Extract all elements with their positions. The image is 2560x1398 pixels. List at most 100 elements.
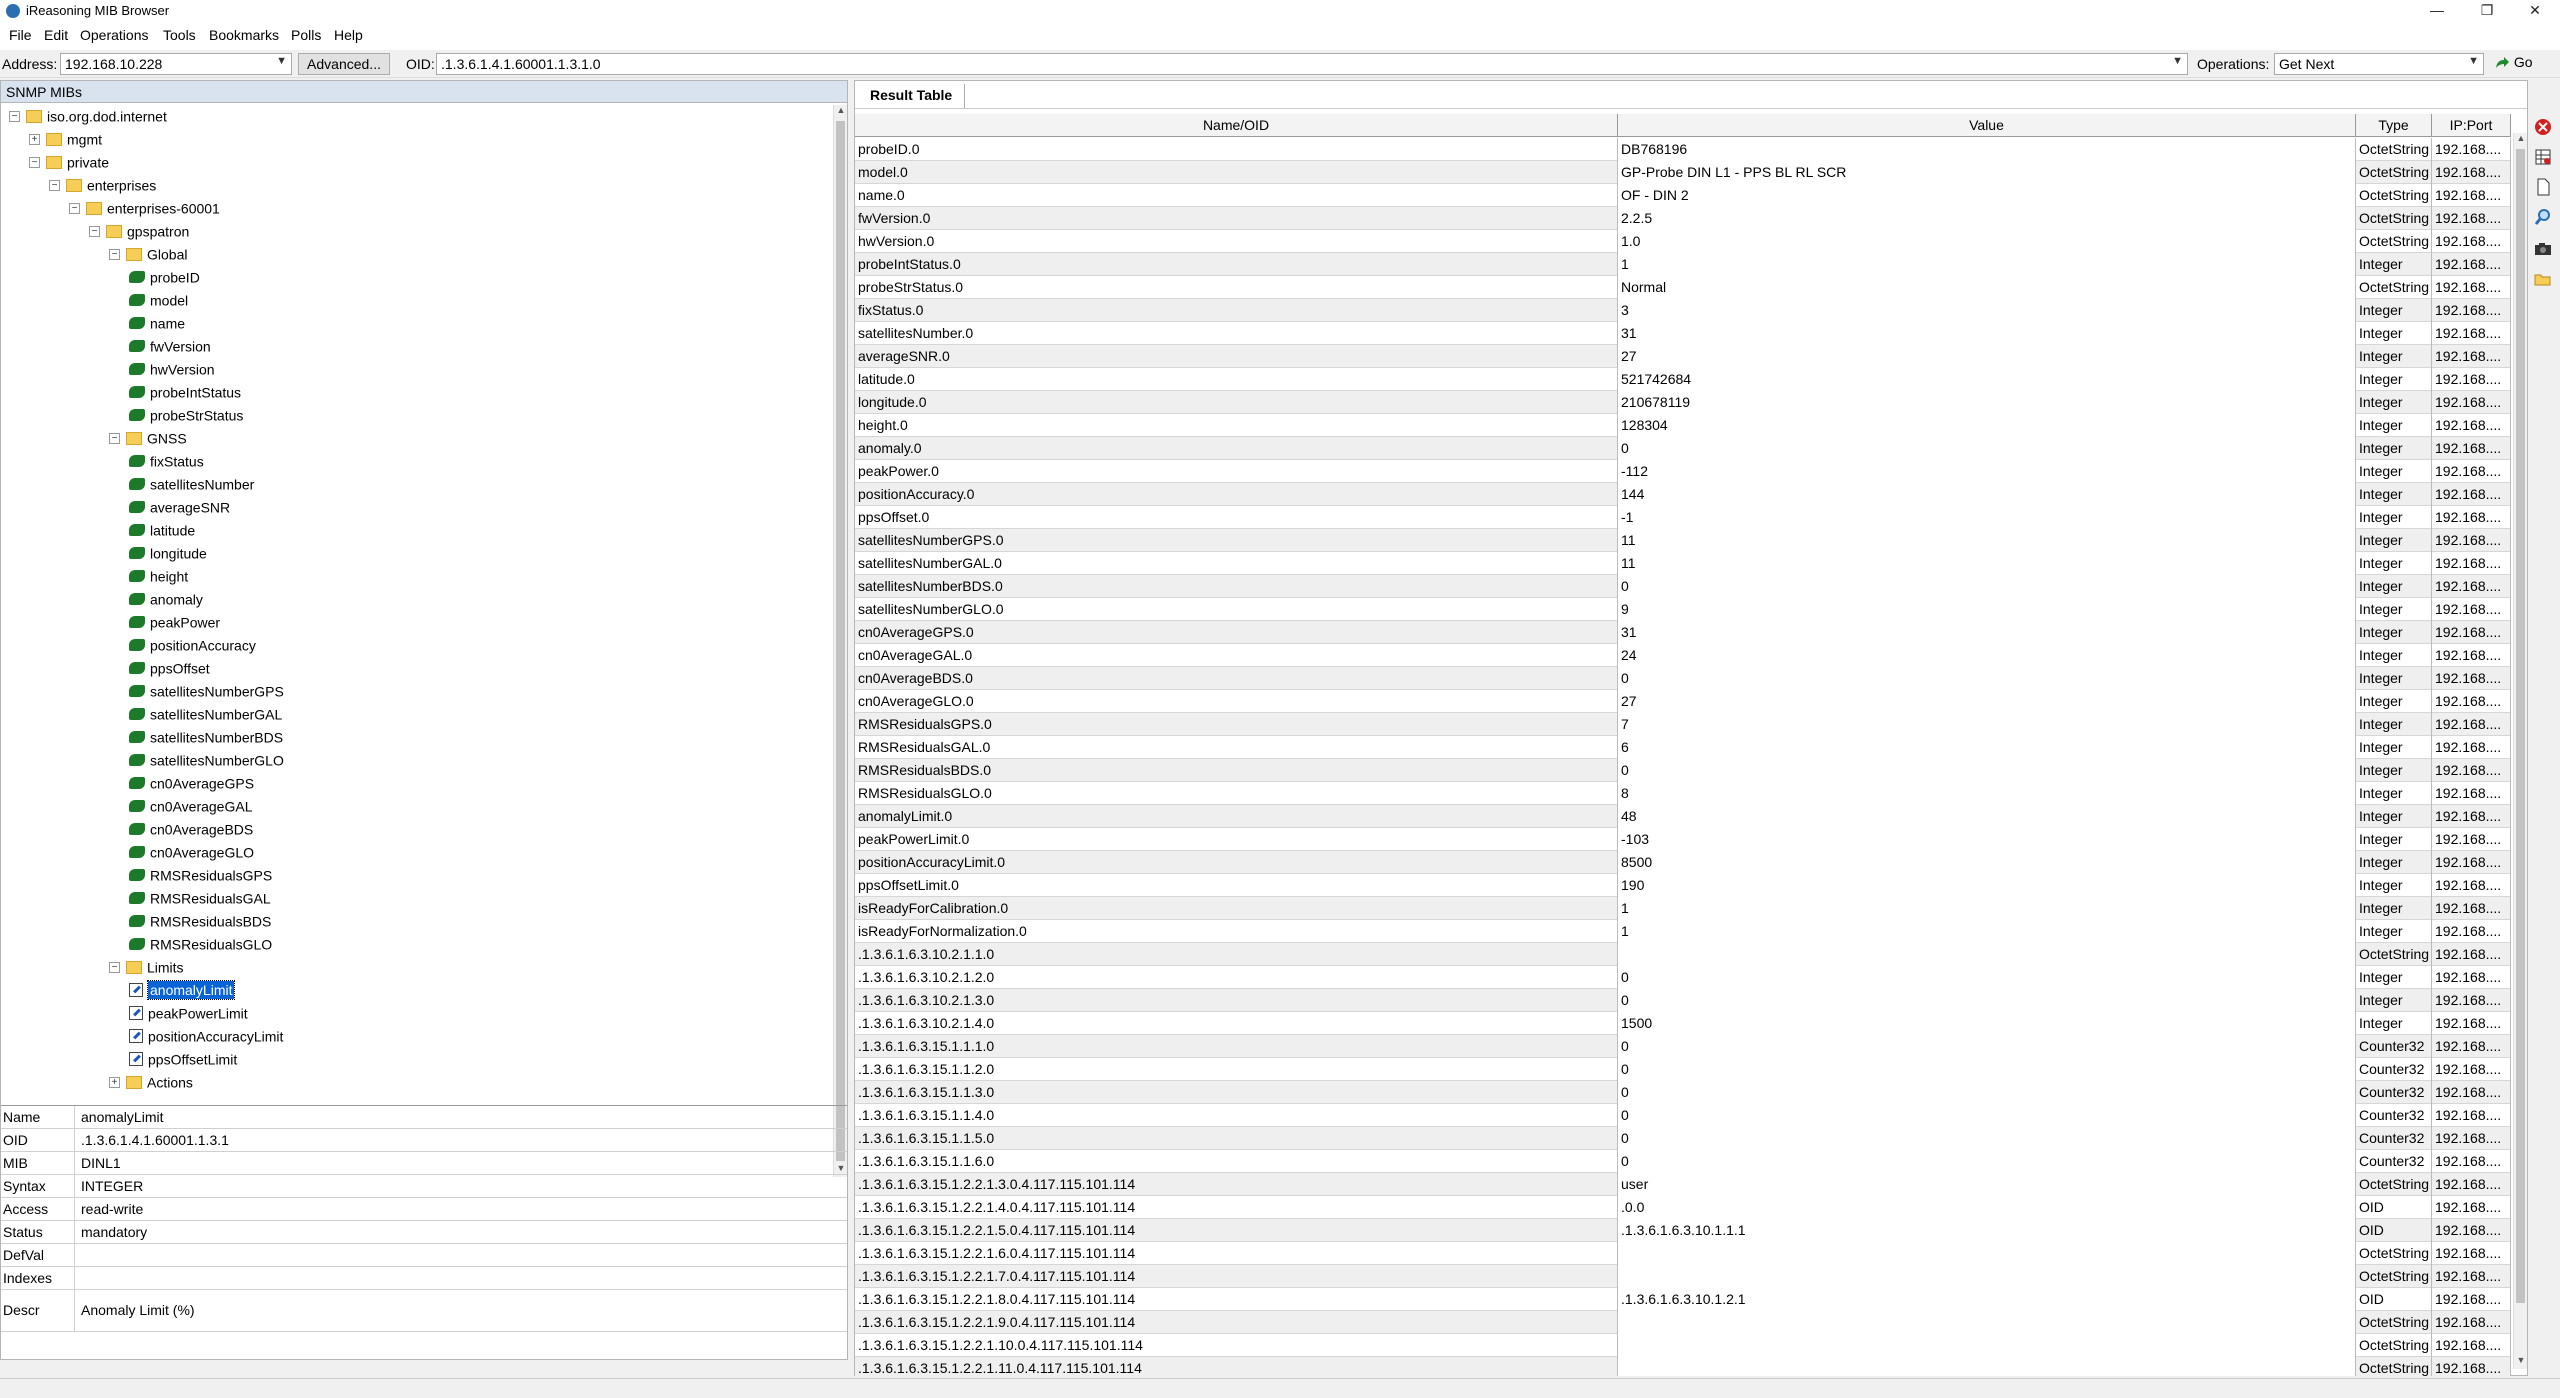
tree-node-cn0averagegps[interactable]: cn0AverageGPS <box>129 774 254 797</box>
tree-node-enterprises-60001[interactable]: − enterprises-60001 <box>69 199 220 222</box>
tree-scroll-thumb[interactable] <box>836 121 845 1161</box>
menu-tools[interactable]: Tools <box>163 27 196 43</box>
column-header-type[interactable]: Type <box>2356 114 2432 137</box>
table-row[interactable]: probeID.0 DB768196 OctetString 192.168.... <box>855 138 2511 161</box>
table-row[interactable]: .1.3.6.1.6.3.15.1.2.2.1.7.0.4.117.115.10… <box>855 1265 2511 1288</box>
table-row[interactable]: latitude.0 521742684 Integer 192.168.... <box>855 368 2511 391</box>
table-row[interactable]: .1.3.6.1.6.3.10.2.1.1.0 OctetString 192.16… <box>855 943 2511 966</box>
table-row[interactable]: .1.3.6.1.6.3.15.1.2.2.1.11.0.4.117.115.1… <box>855 1357 2511 1376</box>
table-row[interactable]: cn0AverageGLO.0 27 Integer 192.168.... <box>855 690 2511 713</box>
camera-icon[interactable] <box>2532 240 2554 262</box>
tree-node-peakpowerlimit[interactable]: peakPowerLimit <box>129 1004 248 1027</box>
table-row[interactable]: RMSResidualsGLO.0 8 Integer 192.168.... <box>855 782 2511 805</box>
table-row[interactable]: isReadyForCalibration.0 1 Integer 192.168..… <box>855 897 2511 920</box>
tree-node-hwversion[interactable]: hwVersion <box>129 360 215 383</box>
tree-node-cn0averageglo[interactable]: cn0AverageGLO <box>129 843 254 866</box>
table-row[interactable]: RMSResidualsGAL.0 6 Integer 192.168.... <box>855 736 2511 759</box>
table-row[interactable]: .1.3.6.1.6.3.15.1.2.2.1.9.0.4.117.115.10… <box>855 1311 2511 1334</box>
chevron-down-icon[interactable]: ▼ <box>2172 55 2183 67</box>
table-row[interactable]: satellitesNumber.0 31 Integer 192.168.... <box>855 322 2511 345</box>
menu-help[interactable]: Help <box>334 27 363 43</box>
table-row[interactable]: .1.3.6.1.6.3.15.1.2.2.1.10.0.4.117.115.1… <box>855 1334 2511 1357</box>
table-row[interactable]: .1.3.6.1.6.3.15.1.2.2.1.4.0.4.117.115.10… <box>855 1196 2511 1219</box>
collapse-icon[interactable]: − <box>89 225 100 237</box>
tree-node-private[interactable]: − private <box>29 153 109 176</box>
tree-node-averagesnr[interactable]: averageSNR <box>129 498 230 521</box>
close-window-button[interactable]: ✕ <box>2512 0 2558 22</box>
scroll-down-icon[interactable]: ▼ <box>2514 1355 2528 1369</box>
table-row[interactable]: RMSResidualsGPS.0 7 Integer 192.168.... <box>855 713 2511 736</box>
collapse-icon[interactable]: − <box>29 156 40 168</box>
table-icon[interactable] <box>2532 148 2554 170</box>
tab-result-table[interactable]: Result Table <box>858 84 966 108</box>
go-button[interactable]: Go <box>2494 54 2533 70</box>
table-row[interactable]: ppsOffsetLimit.0 190 Integer 192.168.... <box>855 874 2511 897</box>
chevron-down-icon[interactable]: ▼ <box>2468 55 2479 67</box>
table-row[interactable]: satellitesNumberGLO.0 9 Integer 192.168.... <box>855 598 2511 621</box>
table-row[interactable]: model.0 GP-Probe DIN L1 - PPS BL RL SCR Oc… <box>855 161 2511 184</box>
tree-node-rmsresidualsbds[interactable]: RMSResidualsBDS <box>129 912 271 935</box>
table-row[interactable]: .1.3.6.1.6.3.15.1.1.4.0 0 Counter32 192.168… <box>855 1104 2511 1127</box>
tree-node-probeintstatus[interactable]: probeIntStatus <box>129 383 241 406</box>
table-row[interactable]: probeIntStatus.0 1 Integer 192.168.... <box>855 253 2511 276</box>
tree-node-fwversion[interactable]: fwVersion <box>129 337 211 360</box>
tree-node-satellitesnumbergps[interactable]: satellitesNumberGPS <box>129 682 284 705</box>
table-row[interactable]: hwVersion.0 1.0 OctetString 192.168.... <box>855 230 2511 253</box>
collapse-icon[interactable]: − <box>49 179 60 191</box>
table-scrollbar[interactable]: ▲ ▼ <box>2513 133 2527 1369</box>
table-row[interactable]: fixStatus.0 3 Integer 192.168.... <box>855 299 2511 322</box>
tree-node-ppsoffset[interactable]: ppsOffset <box>129 659 210 682</box>
table-row[interactable]: cn0AverageGAL.0 24 Integer 192.168.... <box>855 644 2511 667</box>
tree-node-satellitesnumber[interactable]: satellitesNumber <box>129 475 254 498</box>
table-row[interactable]: averageSNR.0 27 Integer 192.168.... <box>855 345 2511 368</box>
collapse-icon[interactable]: − <box>9 110 20 122</box>
table-row[interactable]: .1.3.6.1.6.3.15.1.2.2.1.3.0.4.117.115.10… <box>855 1173 2511 1196</box>
tree-node-satellitesnumbergal[interactable]: satellitesNumberGAL <box>129 705 282 728</box>
table-row[interactable]: .1.3.6.1.6.3.10.2.1.3.0 0 Integer 192.168..… <box>855 989 2511 1012</box>
tree-node-positionaccuracylimit[interactable]: positionAccuracyLimit <box>129 1027 283 1050</box>
advanced-button[interactable]: Advanced... <box>298 53 390 75</box>
collapse-icon[interactable]: − <box>109 432 120 444</box>
collapse-icon[interactable]: − <box>109 248 120 260</box>
tree-node-rmsresidualsgps[interactable]: RMSResidualsGPS <box>129 866 272 889</box>
menu-edit[interactable]: Edit <box>44 27 68 43</box>
table-row[interactable]: .1.3.6.1.6.3.10.2.1.2.0 0 Integer 192.168..… <box>855 966 2511 989</box>
column-header-value[interactable]: Value <box>1618 114 2356 137</box>
tree-node-peakpower[interactable]: peakPower <box>129 613 220 636</box>
tree-node-actions[interactable]: + Actions <box>109 1073 193 1096</box>
table-row[interactable]: probeStrStatus.0 Normal OctetString 192.168… <box>855 276 2511 299</box>
tree-node-cn0averagegal[interactable]: cn0AverageGAL <box>129 797 252 820</box>
table-row[interactable]: peakPowerLimit.0 -103 Integer 192.168.... <box>855 828 2511 851</box>
tree-node-global[interactable]: − Global <box>109 245 187 268</box>
table-row[interactable]: .1.3.6.1.6.3.15.1.1.1.0 0 Counter32 192.168… <box>855 1035 2511 1058</box>
tree-scrollbar[interactable]: ▲ ▼ <box>833 105 847 1177</box>
close-red-icon[interactable] <box>2532 118 2554 140</box>
collapse-icon[interactable]: − <box>109 961 120 973</box>
operations-select[interactable]: Get Next ▼ <box>2274 53 2484 75</box>
table-row[interactable]: RMSResidualsBDS.0 0 Integer 192.168.... <box>855 759 2511 782</box>
tree-node-rmsresidualsglo[interactable]: RMSResidualsGLO <box>129 935 272 958</box>
table-row[interactable]: positionAccuracyLimit.0 8500 Integer 192.16… <box>855 851 2511 874</box>
tree-node-cn0averagebds[interactable]: cn0AverageBDS <box>129 820 253 843</box>
tree-node-anomalylimit[interactable]: anomalyLimit <box>129 980 236 1004</box>
folder-open-icon[interactable] <box>2532 270 2554 292</box>
tree-node-gnss[interactable]: − GNSS <box>109 429 187 452</box>
table-row[interactable]: positionAccuracy.0 144 Integer 192.168.... <box>855 483 2511 506</box>
table-row[interactable]: ppsOffset.0 -1 Integer 192.168.... <box>855 506 2511 529</box>
table-row[interactable]: .1.3.6.1.6.3.15.1.2.2.1.6.0.4.117.115.10… <box>855 1242 2511 1265</box>
table-row[interactable]: satellitesNumberBDS.0 0 Integer 192.168.... <box>855 575 2511 598</box>
table-row[interactable]: anomalyLimit.0 48 Integer 192.168.... <box>855 805 2511 828</box>
scroll-up-icon[interactable]: ▲ <box>834 105 848 119</box>
table-row[interactable]: fwVersion.0 2.2.5 OctetString 192.168.... <box>855 207 2511 230</box>
table-row[interactable]: isReadyForNormalization.0 1 Integer 192.168… <box>855 920 2511 943</box>
tree-node-ppsoffsetlimit[interactable]: ppsOffsetLimit <box>129 1050 237 1073</box>
tree-node-model[interactable]: model <box>129 291 188 314</box>
table-row[interactable]: cn0AverageGPS.0 31 Integer 192.168.... <box>855 621 2511 644</box>
menu-file[interactable]: File <box>9 27 32 43</box>
table-row[interactable]: .1.3.6.1.6.3.15.1.2.2.1.8.0.4.117.115.10… <box>855 1288 2511 1311</box>
document-icon[interactable] <box>2532 178 2554 200</box>
tree-node-latitude[interactable]: latitude <box>129 521 195 544</box>
menu-operations[interactable]: Operations <box>80 27 148 43</box>
table-row[interactable]: longitude.0 210678119 Integer 192.168.... <box>855 391 2511 414</box>
mib-tree[interactable]: − iso.org.dod.internet + mgmt − private − enter… <box>1 105 833 1105</box>
